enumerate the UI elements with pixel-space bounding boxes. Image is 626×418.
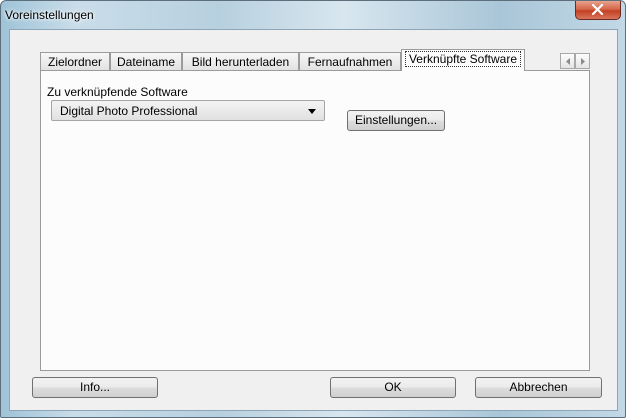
- dialog-client-area: Zielordner Dateiname Bild herunterladen …: [9, 29, 618, 411]
- close-button[interactable]: [575, 1, 621, 20]
- tab-label: Verknüpfte Software: [404, 51, 522, 67]
- settings-button[interactable]: Einstellungen...: [347, 110, 445, 131]
- tab-zielordner[interactable]: Zielordner: [40, 52, 110, 70]
- arrow-left-icon: [566, 58, 570, 65]
- cancel-button[interactable]: Abbrechen: [475, 377, 602, 398]
- window-title: Voreinstellungen: [5, 8, 94, 22]
- tab-fernaufnahmen[interactable]: Fernaufnahmen: [299, 52, 401, 70]
- dropdown-selected-value: Digital Photo Professional: [60, 104, 198, 118]
- tab-label: Dateiname: [116, 55, 176, 69]
- tab-label: Fernaufnahmen: [307, 55, 393, 69]
- arrow-right-icon: [581, 58, 585, 65]
- chevron-down-icon: [308, 109, 316, 114]
- tab-bild-herunterladen[interactable]: Bild herunterladen: [182, 52, 299, 70]
- tab-label: Zielordner: [47, 55, 103, 69]
- close-icon: [591, 4, 604, 15]
- tab-scroll-right-button[interactable]: [575, 53, 590, 69]
- info-button[interactable]: Info...: [32, 377, 158, 398]
- preferences-window: Voreinstellungen Zielordner Dateiname Bi…: [0, 0, 626, 418]
- linked-software-dropdown[interactable]: Digital Photo Professional: [51, 100, 325, 121]
- ok-button[interactable]: OK: [330, 377, 456, 398]
- title-bar[interactable]: Voreinstellungen: [1, 1, 625, 29]
- tab-scroll-left-button[interactable]: [560, 53, 575, 69]
- tab-dateiname[interactable]: Dateiname: [110, 52, 182, 70]
- linked-software-label: Zu verknüpfende Software: [47, 85, 188, 99]
- tab-verknuepfte-software[interactable]: Verknüpfte Software: [401, 49, 525, 71]
- tab-label: Bild herunterladen: [191, 55, 290, 69]
